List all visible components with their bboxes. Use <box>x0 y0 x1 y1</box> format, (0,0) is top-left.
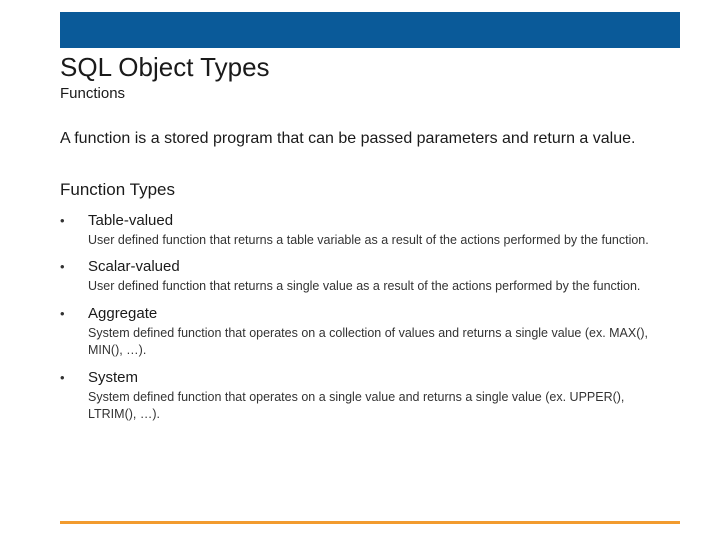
slide-title: SQL Object Types <box>60 52 670 83</box>
item-title: System <box>88 369 138 386</box>
list-item: • Table-valued User defined function tha… <box>60 212 670 249</box>
footer-accent-line <box>60 521 680 524</box>
item-desc: System defined function that operates on… <box>88 389 670 423</box>
item-desc: User defined function that returns a tab… <box>88 232 670 249</box>
item-title: Scalar-valued <box>88 258 180 275</box>
bullet-icon: • <box>60 259 88 274</box>
bullet-icon: • <box>60 306 88 321</box>
item-desc: User defined function that returns a sin… <box>88 278 670 295</box>
item-desc: System defined function that operates on… <box>88 325 670 359</box>
item-title: Aggregate <box>88 305 157 322</box>
list-item: • Scalar-valued User defined function th… <box>60 258 670 295</box>
bullet-icon: • <box>60 370 88 385</box>
list-item: • System System defined function that op… <box>60 369 670 423</box>
slide-content: SQL Object Types Functions A function is… <box>60 52 670 433</box>
header-bar <box>60 12 680 48</box>
item-title: Table-valued <box>88 212 173 229</box>
section-heading: Function Types <box>60 180 670 200</box>
bullet-icon: • <box>60 213 88 228</box>
intro-text: A function is a stored program that can … <box>60 128 670 150</box>
list-item: • Aggregate System defined function that… <box>60 305 670 359</box>
slide-subtitle: Functions <box>60 85 670 102</box>
